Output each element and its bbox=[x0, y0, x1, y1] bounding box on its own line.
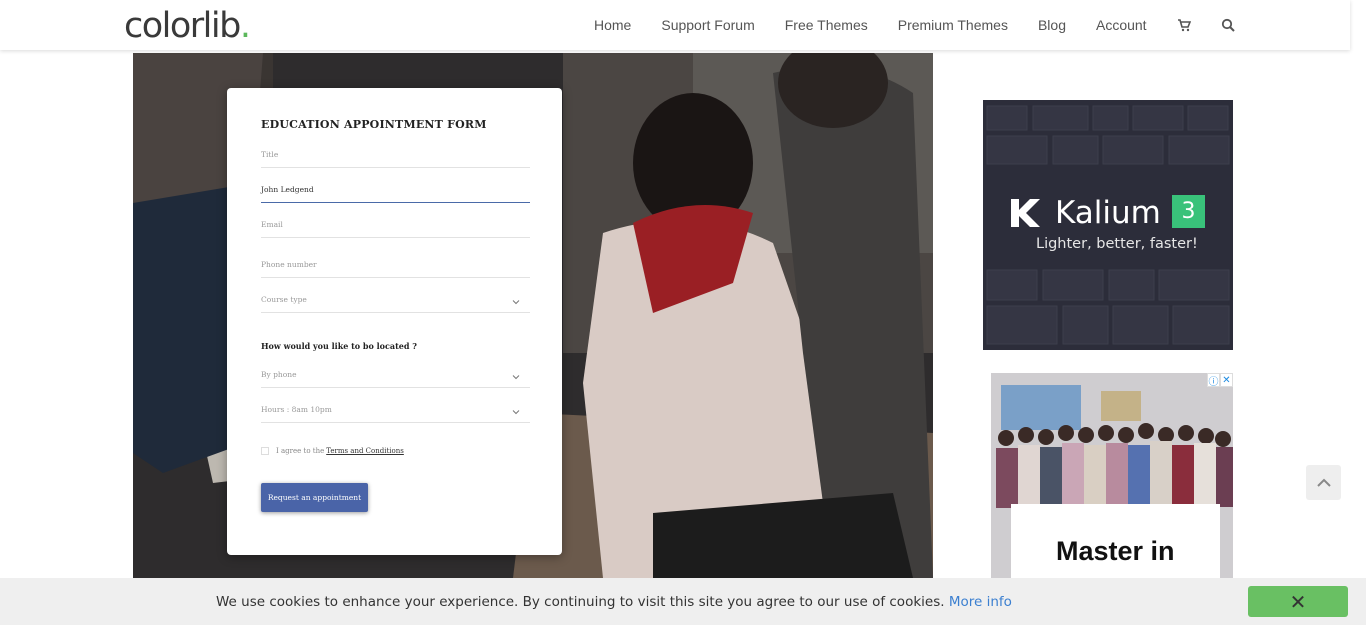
logo-text: colorlib bbox=[124, 6, 241, 46]
title-placeholder: Title bbox=[261, 150, 279, 159]
appointment-form-card: EDUCATION APPOINTMENT FORM Title John Le… bbox=[227, 88, 562, 555]
logo-dot: . bbox=[239, 6, 251, 46]
email-field[interactable]: Email bbox=[261, 220, 530, 238]
title-field[interactable]: Title bbox=[261, 150, 530, 168]
course-type-value: Course type bbox=[261, 295, 307, 304]
main-nav: Home Support Forum Free Themes Premium T… bbox=[594, 0, 1265, 50]
search-icon[interactable] bbox=[1221, 18, 1235, 32]
terms-checkbox[interactable] bbox=[261, 447, 269, 455]
top-navigation-bar: colorlib. Home Support Forum Free Themes… bbox=[0, 0, 1350, 50]
nav-account[interactable]: Account bbox=[1096, 17, 1147, 33]
nav-blog[interactable]: Blog bbox=[1038, 17, 1066, 33]
nav-free-themes[interactable]: Free Themes bbox=[785, 17, 868, 33]
course-type-select[interactable]: Course type bbox=[261, 295, 530, 313]
kalium-brand: Kalium bbox=[1009, 195, 1161, 231]
phone-placeholder: Phone number bbox=[261, 260, 317, 269]
hours-select[interactable]: Hours : 8am 10pm bbox=[261, 405, 530, 423]
master-program-ad[interactable]: ⓘ ✕ Master in bbox=[991, 373, 1233, 578]
info-icon[interactable]: ⓘ bbox=[1207, 373, 1220, 388]
contact-method-select[interactable]: By phone bbox=[261, 370, 530, 388]
cookie-message-row: We use cookies to enhance your experienc… bbox=[216, 594, 1012, 610]
phone-field[interactable]: Phone number bbox=[261, 260, 530, 278]
kalium-tagline: Lighter, better, faster! bbox=[1036, 236, 1198, 252]
request-appointment-button[interactable]: Request an appointment bbox=[261, 483, 368, 512]
kalium-version-badge: 3 bbox=[1172, 195, 1205, 228]
close-ad-icon[interactable]: ✕ bbox=[1220, 373, 1233, 387]
cookie-consent-bar: We use cookies to enhance your experienc… bbox=[0, 578, 1366, 625]
chevron-down-icon bbox=[512, 375, 520, 380]
ad-choices[interactable]: ⓘ ✕ bbox=[1207, 373, 1233, 388]
scroll-to-top-button[interactable] bbox=[1306, 465, 1341, 500]
name-value: John Ledgend bbox=[261, 185, 314, 194]
nav-home[interactable]: Home bbox=[594, 17, 631, 33]
ad-heading: Master in bbox=[1056, 536, 1175, 566]
cookie-close-button[interactable]: ✕ bbox=[1248, 586, 1348, 617]
ad-text-panel: Master in bbox=[1011, 504, 1220, 578]
chevron-up-icon bbox=[1316, 478, 1331, 487]
chevron-down-icon bbox=[512, 410, 520, 415]
hours-value: Hours : 8am 10pm bbox=[261, 405, 332, 414]
chevron-down-icon bbox=[512, 300, 520, 305]
nav-premium-themes[interactable]: Premium Themes bbox=[898, 17, 1008, 33]
kalium-name: Kalium bbox=[1055, 195, 1161, 231]
agree-text: I agree to the bbox=[276, 447, 325, 455]
colorlib-logo[interactable]: colorlib. bbox=[124, 6, 251, 46]
name-field[interactable]: John Ledgend bbox=[261, 185, 530, 203]
kalium-logo-icon bbox=[1011, 199, 1040, 227]
email-placeholder: Email bbox=[261, 220, 283, 229]
form-title: EDUCATION APPOINTMENT FORM bbox=[261, 118, 487, 131]
terms-link[interactable]: Terms and Conditions bbox=[326, 447, 404, 455]
kalium-ad[interactable]: Kalium 3 Lighter, better, faster! bbox=[983, 100, 1233, 350]
cookie-message: We use cookies to enhance your experienc… bbox=[216, 594, 945, 610]
contact-method-value: By phone bbox=[261, 370, 297, 379]
terms-agreement: I agree to the Terms and Conditions bbox=[261, 447, 404, 455]
cart-icon[interactable] bbox=[1177, 18, 1191, 32]
nav-support-forum[interactable]: Support Forum bbox=[661, 17, 754, 33]
location-question: How would you like to bo located ? bbox=[261, 341, 417, 351]
cookie-more-info-link[interactable]: More info bbox=[949, 594, 1012, 610]
